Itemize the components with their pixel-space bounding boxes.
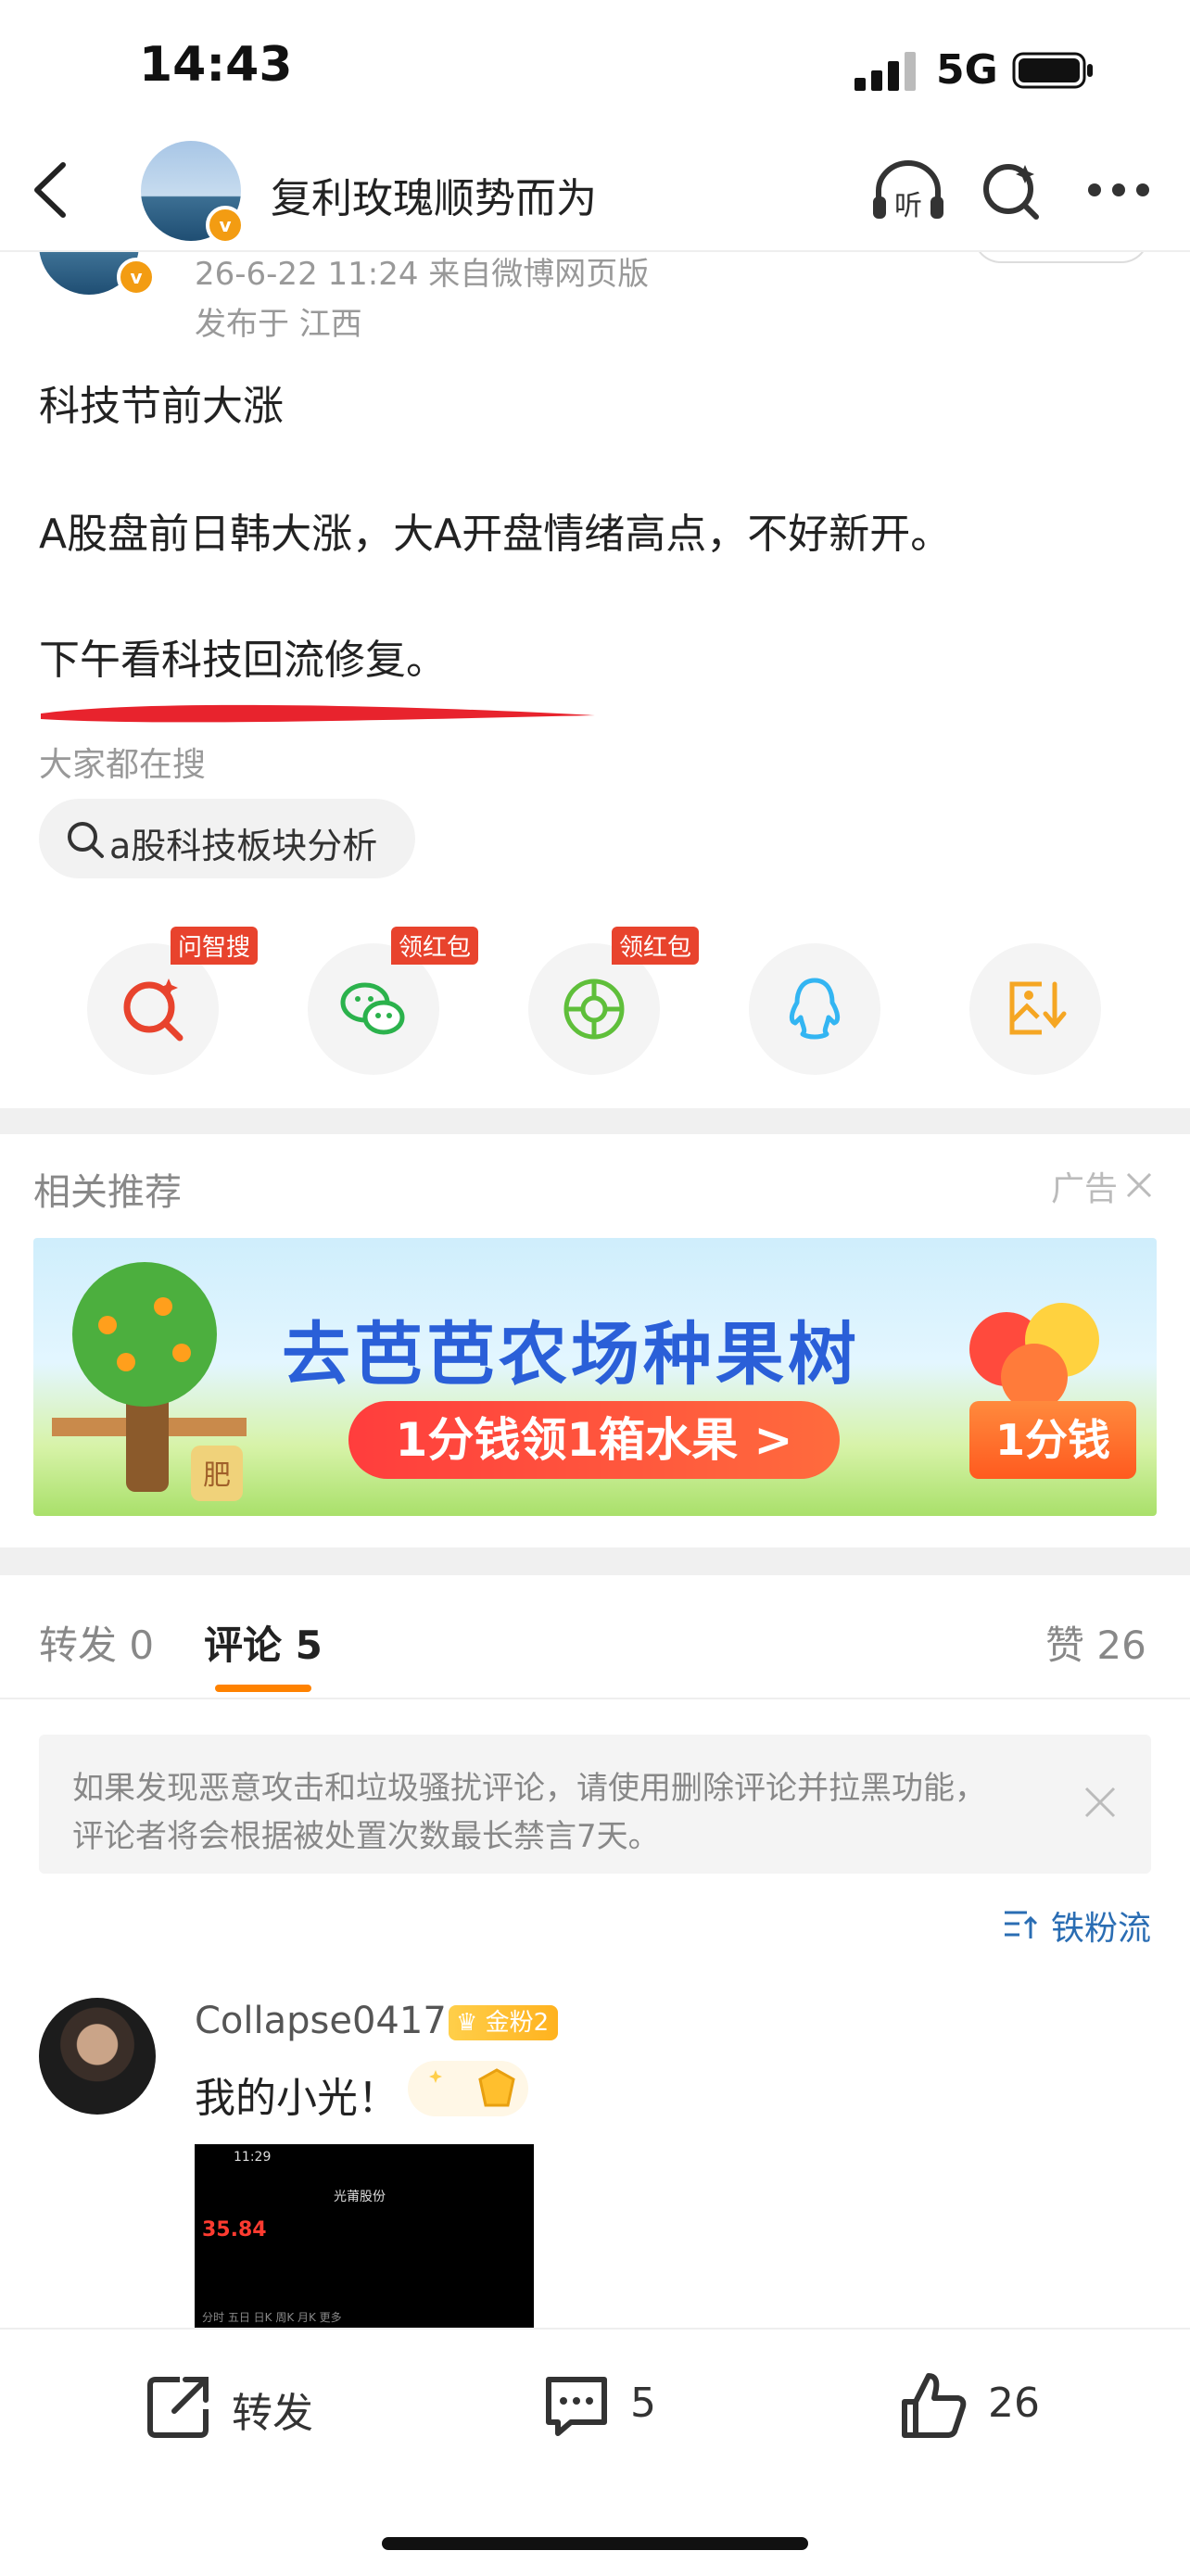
status-time: 14:43: [139, 37, 293, 93]
trending-search-query: a股科技板块分析: [109, 826, 378, 866]
listen-icon[interactable]: 听: [869, 159, 947, 222]
post-location: 发布于 江西: [195, 306, 362, 343]
shot-price: 35.84: [202, 2218, 267, 2241]
comment-image[interactable]: 11:29 光莆股份 35.84 分时 五日 日K 周K 月K 更多: [195, 2144, 534, 2330]
comment-decoration: [408, 2061, 528, 2116]
tab-repost-label: 转发: [39, 1623, 118, 1668]
section-divider: [0, 1547, 1190, 1575]
magnifier-icon: [68, 822, 104, 858]
tab-comment-count: 5: [295, 1623, 323, 1668]
sort-label[interactable]: 铁粉流: [1051, 1901, 1151, 1950]
ad-price-badge: 1分钱: [969, 1401, 1136, 1479]
network-type: 5G: [936, 46, 998, 94]
tab-divider: [0, 1698, 1190, 1699]
sort-icon[interactable]: [1003, 1907, 1040, 1942]
more-icon[interactable]: [1086, 182, 1151, 198]
repost-label[interactable]: 转发: [232, 2380, 313, 2439]
nav-author-name[interactable]: 复利玫瑰顺势而为: [271, 165, 597, 224]
commenter-avatar[interactable]: [39, 1998, 156, 2115]
red-underline-mark: [41, 704, 595, 723]
like-count[interactable]: 26: [988, 2380, 1040, 2427]
like-icon[interactable]: [897, 2368, 971, 2443]
comment-count[interactable]: 5: [630, 2380, 656, 2427]
notice-line-1: 如果发现恶意攻击和垃圾骚扰评论，请使用删除评论并拉黑功能，: [72, 1770, 986, 1807]
share-wechat[interactable]: 领红包: [308, 927, 478, 1075]
nav-verified-badge-icon: v: [206, 206, 245, 245]
verified-badge-icon: v: [117, 258, 156, 297]
comment-text: 我的小光！: [195, 2075, 399, 2122]
tab-comment[interactable]: 评论 5: [204, 1614, 323, 1671]
share-smart-search[interactable]: 问智搜: [87, 927, 258, 1075]
tree-label: 肥: [203, 1459, 231, 1492]
moments-icon: [563, 979, 625, 1040]
fruit-tree-image: 肥: [52, 1262, 247, 1501]
post-text-line-2: A股盘前日韩大涨，大A开盘情绪高点，不好新开。: [39, 511, 952, 558]
fan-badge: ♛ 金粉2: [449, 2005, 559, 2040]
qq-icon: [789, 978, 841, 1040]
close-ad-icon[interactable]: [1123, 1169, 1155, 1201]
listen-text: 听: [894, 190, 922, 222]
wechat-icon: [340, 982, 405, 1035]
share-tag: 领红包: [611, 927, 699, 965]
share-qq[interactable]: [749, 943, 880, 1075]
home-indicator[interactable]: [382, 2537, 808, 2550]
trending-search-pill[interactable]: a股科技板块分析: [39, 799, 415, 878]
signal-icon: [855, 52, 916, 91]
fan-badge-label: 金粉2: [485, 2009, 550, 2037]
share-tag: 问智搜: [170, 927, 258, 965]
tab-repost[interactable]: 转发 0: [39, 1614, 154, 1671]
post-timestamp-source: 26-6-22 11:24 来自微博网页版: [195, 256, 650, 293]
share-tag: 领红包: [390, 927, 478, 965]
close-notice-icon[interactable]: [1081, 1783, 1120, 1822]
post-text-line-3: 下午看科技回流修复。: [39, 637, 447, 684]
tab-like[interactable]: 赞 26: [1045, 1614, 1146, 1671]
share-moments[interactable]: 领红包: [528, 927, 699, 1075]
commenter-name[interactable]: Collapse0417: [195, 2000, 447, 2042]
section-divider: [0, 1108, 1190, 1134]
tab-active-indicator: [215, 1685, 311, 1692]
comment-notice: 如果发现恶意攻击和垃圾骚扰评论，请使用删除评论并拉黑功能， 评论者将会根据被处置…: [39, 1735, 1151, 1874]
back-arrow-icon[interactable]: [28, 158, 74, 222]
ad-headline: 去芭芭农场种果树: [282, 1315, 860, 1395]
nav-divider: [0, 250, 1190, 252]
comment-icon[interactable]: [539, 2368, 614, 2443]
save-image[interactable]: [969, 943, 1101, 1075]
save-image-icon: [1009, 981, 1067, 1035]
crown-icon: ♛: [456, 2009, 478, 2037]
post-text-line-1: 科技节前大涨: [39, 383, 284, 430]
notice-line-2: 评论者将会根据被处置次数最长禁言7天。: [72, 1818, 660, 1855]
battery-icon: [1012, 52, 1093, 89]
tab-comment-label: 评论: [204, 1623, 283, 1668]
smart-search-icon: [123, 979, 184, 1042]
repost-icon[interactable]: [143, 2368, 217, 2443]
tab-like-label: 赞: [1045, 1623, 1085, 1668]
search-icon[interactable]: [981, 159, 1042, 221]
ad-label: 广告: [1051, 1170, 1119, 1208]
ad-banner[interactable]: 肥 去芭芭农场种果树 1分钱领1箱水果 > 1分钱: [33, 1238, 1157, 1516]
shot-stock: 光莆股份: [334, 2190, 386, 2204]
shot-tabs: 分时 五日 日K 周K 月K 更多: [202, 2311, 342, 2324]
shot-time: 11:29: [234, 2150, 272, 2165]
ad-cta[interactable]: 1分钱领1箱水果 >: [348, 1401, 840, 1479]
related-title: 相关推荐: [33, 1171, 182, 1214]
tab-repost-count: 0: [129, 1623, 155, 1668]
trending-search-label: 大家都在搜: [39, 746, 207, 784]
tab-like-count: 26: [1096, 1623, 1146, 1668]
